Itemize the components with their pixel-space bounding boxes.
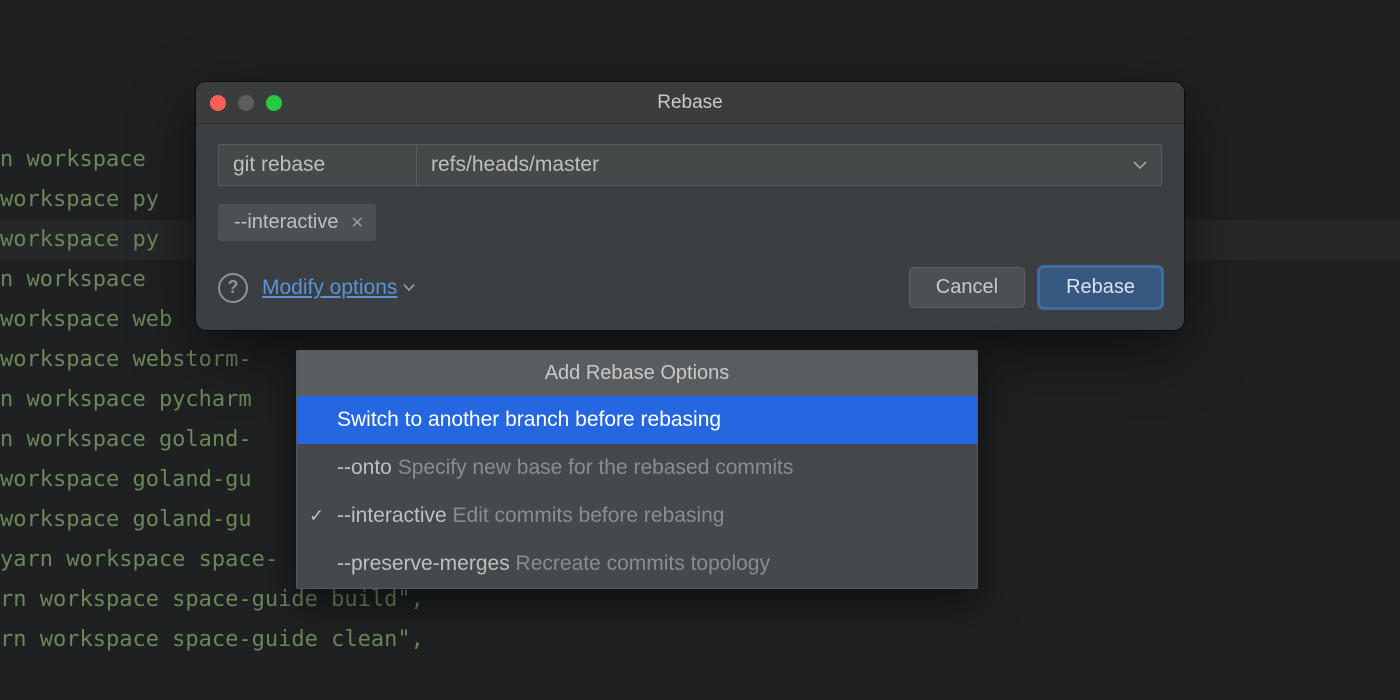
rebase-button[interactable]: Rebase [1039, 267, 1162, 308]
option-chips-row: --interactive ✕ [218, 204, 1162, 241]
check-icon: ✓ [309, 506, 324, 527]
modify-options-label: Modify options [262, 276, 397, 300]
zoom-window-button[interactable] [266, 95, 282, 111]
menu-header: Add Rebase Options [297, 351, 977, 396]
ref-combobox[interactable]: refs/heads/master [416, 144, 1162, 186]
menu-item-description: Edit commits before rebasing [453, 504, 725, 527]
menu-item-label: Switch to another branch before rebasing [337, 408, 721, 431]
git-command-label: git rebase [218, 144, 416, 186]
rebase-options-menu: Add Rebase Options Switch to another bra… [296, 350, 978, 589]
rebase-dialog: Rebase git rebase refs/heads/master --in… [196, 82, 1184, 330]
help-button[interactable]: ? [218, 273, 248, 303]
minimize-window-button[interactable] [238, 95, 254, 111]
dialog-title: Rebase [196, 92, 1184, 114]
command-row: git rebase refs/heads/master [218, 144, 1162, 186]
menu-item-description: Specify new base for the rebased commits [398, 456, 794, 479]
menu-item[interactable]: --preserve-merges Recreate commits topol… [297, 540, 977, 588]
dialog-actions-row: ? Modify options Cancel Rebase [218, 267, 1162, 308]
cancel-button[interactable]: Cancel [909, 267, 1025, 308]
menu-item[interactable]: Switch to another branch before rebasing [297, 396, 977, 444]
close-window-button[interactable] [210, 95, 226, 111]
menu-item[interactable]: ✓ --interactive Edit commits before rebas… [297, 492, 977, 540]
option-chip-interactive[interactable]: --interactive ✕ [218, 204, 376, 241]
dialog-body: git rebase refs/heads/master --interacti… [196, 124, 1184, 330]
chip-remove-icon[interactable]: ✕ [350, 213, 363, 233]
modify-options-link[interactable]: Modify options [262, 276, 415, 300]
chevron-down-icon [1133, 157, 1147, 173]
menu-item[interactable]: --onto Specify new base for the rebased … [297, 444, 977, 492]
chevron-down-icon [403, 280, 415, 295]
menu-item-flag: --interactive [337, 504, 453, 527]
ref-value: refs/heads/master [431, 153, 599, 177]
window-controls [210, 82, 282, 123]
chip-label: --interactive [234, 211, 338, 234]
menu-item-description: Recreate commits topology [516, 552, 770, 575]
menu-item-flag: --onto [337, 456, 398, 479]
code-line: rn workspace space-guide clean", [0, 620, 1400, 660]
dialog-titlebar: Rebase [196, 82, 1184, 124]
menu-item-flag: --preserve-merges [337, 552, 516, 575]
